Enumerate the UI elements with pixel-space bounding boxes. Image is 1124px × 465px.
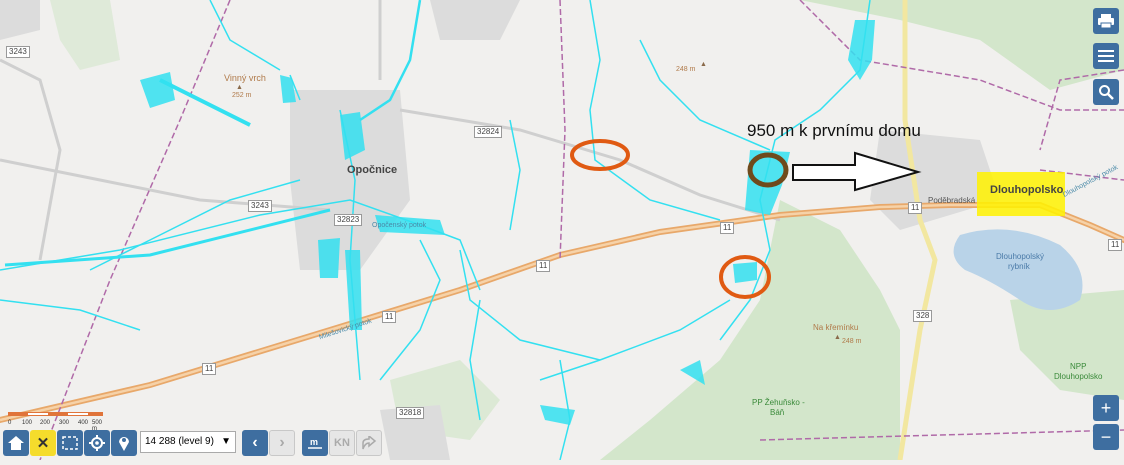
- chevron-down-icon: ▼: [221, 436, 231, 447]
- place-label-opocnice: Opočnice: [347, 164, 398, 176]
- crosshair-icon: [89, 435, 105, 451]
- zoom-out-button[interactable]: −: [1093, 424, 1119, 450]
- print-button[interactable]: [1093, 8, 1119, 34]
- layers-icon: [1098, 50, 1114, 62]
- peak-elev-north: 248 m: [676, 66, 696, 73]
- close-icon: ✕: [36, 435, 50, 452]
- minus-icon: −: [1100, 427, 1112, 447]
- peak-symbol-kreminku: ▲: [834, 334, 841, 341]
- clear-button[interactable]: ✕: [30, 430, 56, 456]
- peak-label-na-kreminku: Na křemínku: [813, 323, 859, 332]
- road-shield-32824: 32824: [474, 126, 503, 138]
- road-shield-3243-b: 3243: [248, 200, 272, 212]
- scale-tick: 300: [59, 420, 70, 426]
- street-label-podebradska: Poděbradská: [928, 196, 976, 205]
- select-rectangle-icon: [62, 436, 78, 450]
- peak-symbol-248: ▲: [700, 61, 707, 68]
- cadastre-button[interactable]: KN: [329, 430, 355, 456]
- reserve-label-pp-zehunsko-2: Báň: [770, 408, 785, 417]
- share-icon: [362, 436, 377, 450]
- scale-tick: 0: [8, 420, 12, 426]
- svg-text:m: m: [310, 437, 318, 447]
- search-button[interactable]: [1093, 79, 1119, 105]
- measure-button[interactable]: m: [302, 430, 328, 456]
- peak-symbol-vinny: ▲: [236, 84, 243, 91]
- previous-view-button[interactable]: ‹: [242, 430, 268, 456]
- plus-icon: +: [1100, 398, 1112, 418]
- next-view-button[interactable]: ›: [269, 430, 295, 456]
- zoom-in-button[interactable]: +: [1093, 395, 1119, 421]
- locate-button[interactable]: [84, 430, 110, 456]
- scale-tick: 200: [40, 420, 51, 426]
- chevron-right-icon: ›: [279, 434, 285, 451]
- map-pin-icon: [119, 437, 129, 451]
- select-area-button[interactable]: [57, 430, 83, 456]
- peak-elev-vinny-vrch: 252 m: [232, 92, 252, 99]
- peak-elev-na-kreminku: 248 m: [842, 338, 862, 345]
- road-shield-11-b: 11: [720, 222, 735, 234]
- road-shield-11-a: 11: [536, 260, 551, 272]
- share-button[interactable]: [356, 430, 382, 456]
- road-shield-11-f: 11: [1108, 239, 1123, 251]
- layers-button[interactable]: [1093, 43, 1119, 69]
- peak-label-vinny-vrch: Vinný vrch: [224, 73, 266, 83]
- map-canvas[interactable]: ▲ ▲ ▲ Opočnice Dlouhopolsko Vinný vrch 2…: [0, 0, 1124, 461]
- reserve-label-npp: NPP: [1070, 362, 1087, 371]
- home-button[interactable]: [3, 430, 29, 456]
- pond-label-2: rybník: [1008, 262, 1030, 271]
- search-icon: [1099, 85, 1114, 100]
- road-shield-32823: 32823: [334, 214, 363, 226]
- chevron-left-icon: ‹: [252, 434, 258, 451]
- map-layer: ▲ ▲ ▲: [0, 0, 1124, 461]
- zoom-level-value: 14 288 (level 9): [145, 436, 214, 447]
- road-shield-3243-a: 3243: [6, 46, 30, 58]
- kn-label: KN: [334, 437, 350, 449]
- reserve-label-npp-2: Dlouhopolsko: [1054, 372, 1103, 381]
- distance-annotation: 950 m k prvnímu domu: [747, 121, 921, 140]
- road-shield-11-e: 11: [202, 363, 217, 375]
- forest-areas: [50, 0, 1124, 460]
- zoom-level-select[interactable]: 14 288 (level 9) ▼: [140, 431, 236, 453]
- reserve-label-pp-zehunsko: PP Žehuňsko -: [752, 398, 805, 407]
- road-shield-11-d: 11: [382, 311, 397, 323]
- road-shield-328: 328: [913, 310, 933, 322]
- road-328: [897, 0, 938, 461]
- printer-icon: [1098, 14, 1114, 28]
- stream-label-opocensky: Opočenský potok: [372, 222, 427, 229]
- pond-label: Dlouhopolský: [996, 252, 1045, 261]
- home-icon: [8, 436, 24, 450]
- marker-button[interactable]: [111, 430, 137, 456]
- scale-tick: 400: [78, 420, 89, 426]
- scale-tick: 100: [22, 420, 33, 426]
- measure-icon: m: [308, 437, 322, 449]
- road-shield-11-c: 11: [908, 202, 923, 214]
- road-shield-32818: 32818: [396, 407, 425, 419]
- place-label-dlouhopolsko: Dlouhopolsko: [990, 184, 1064, 196]
